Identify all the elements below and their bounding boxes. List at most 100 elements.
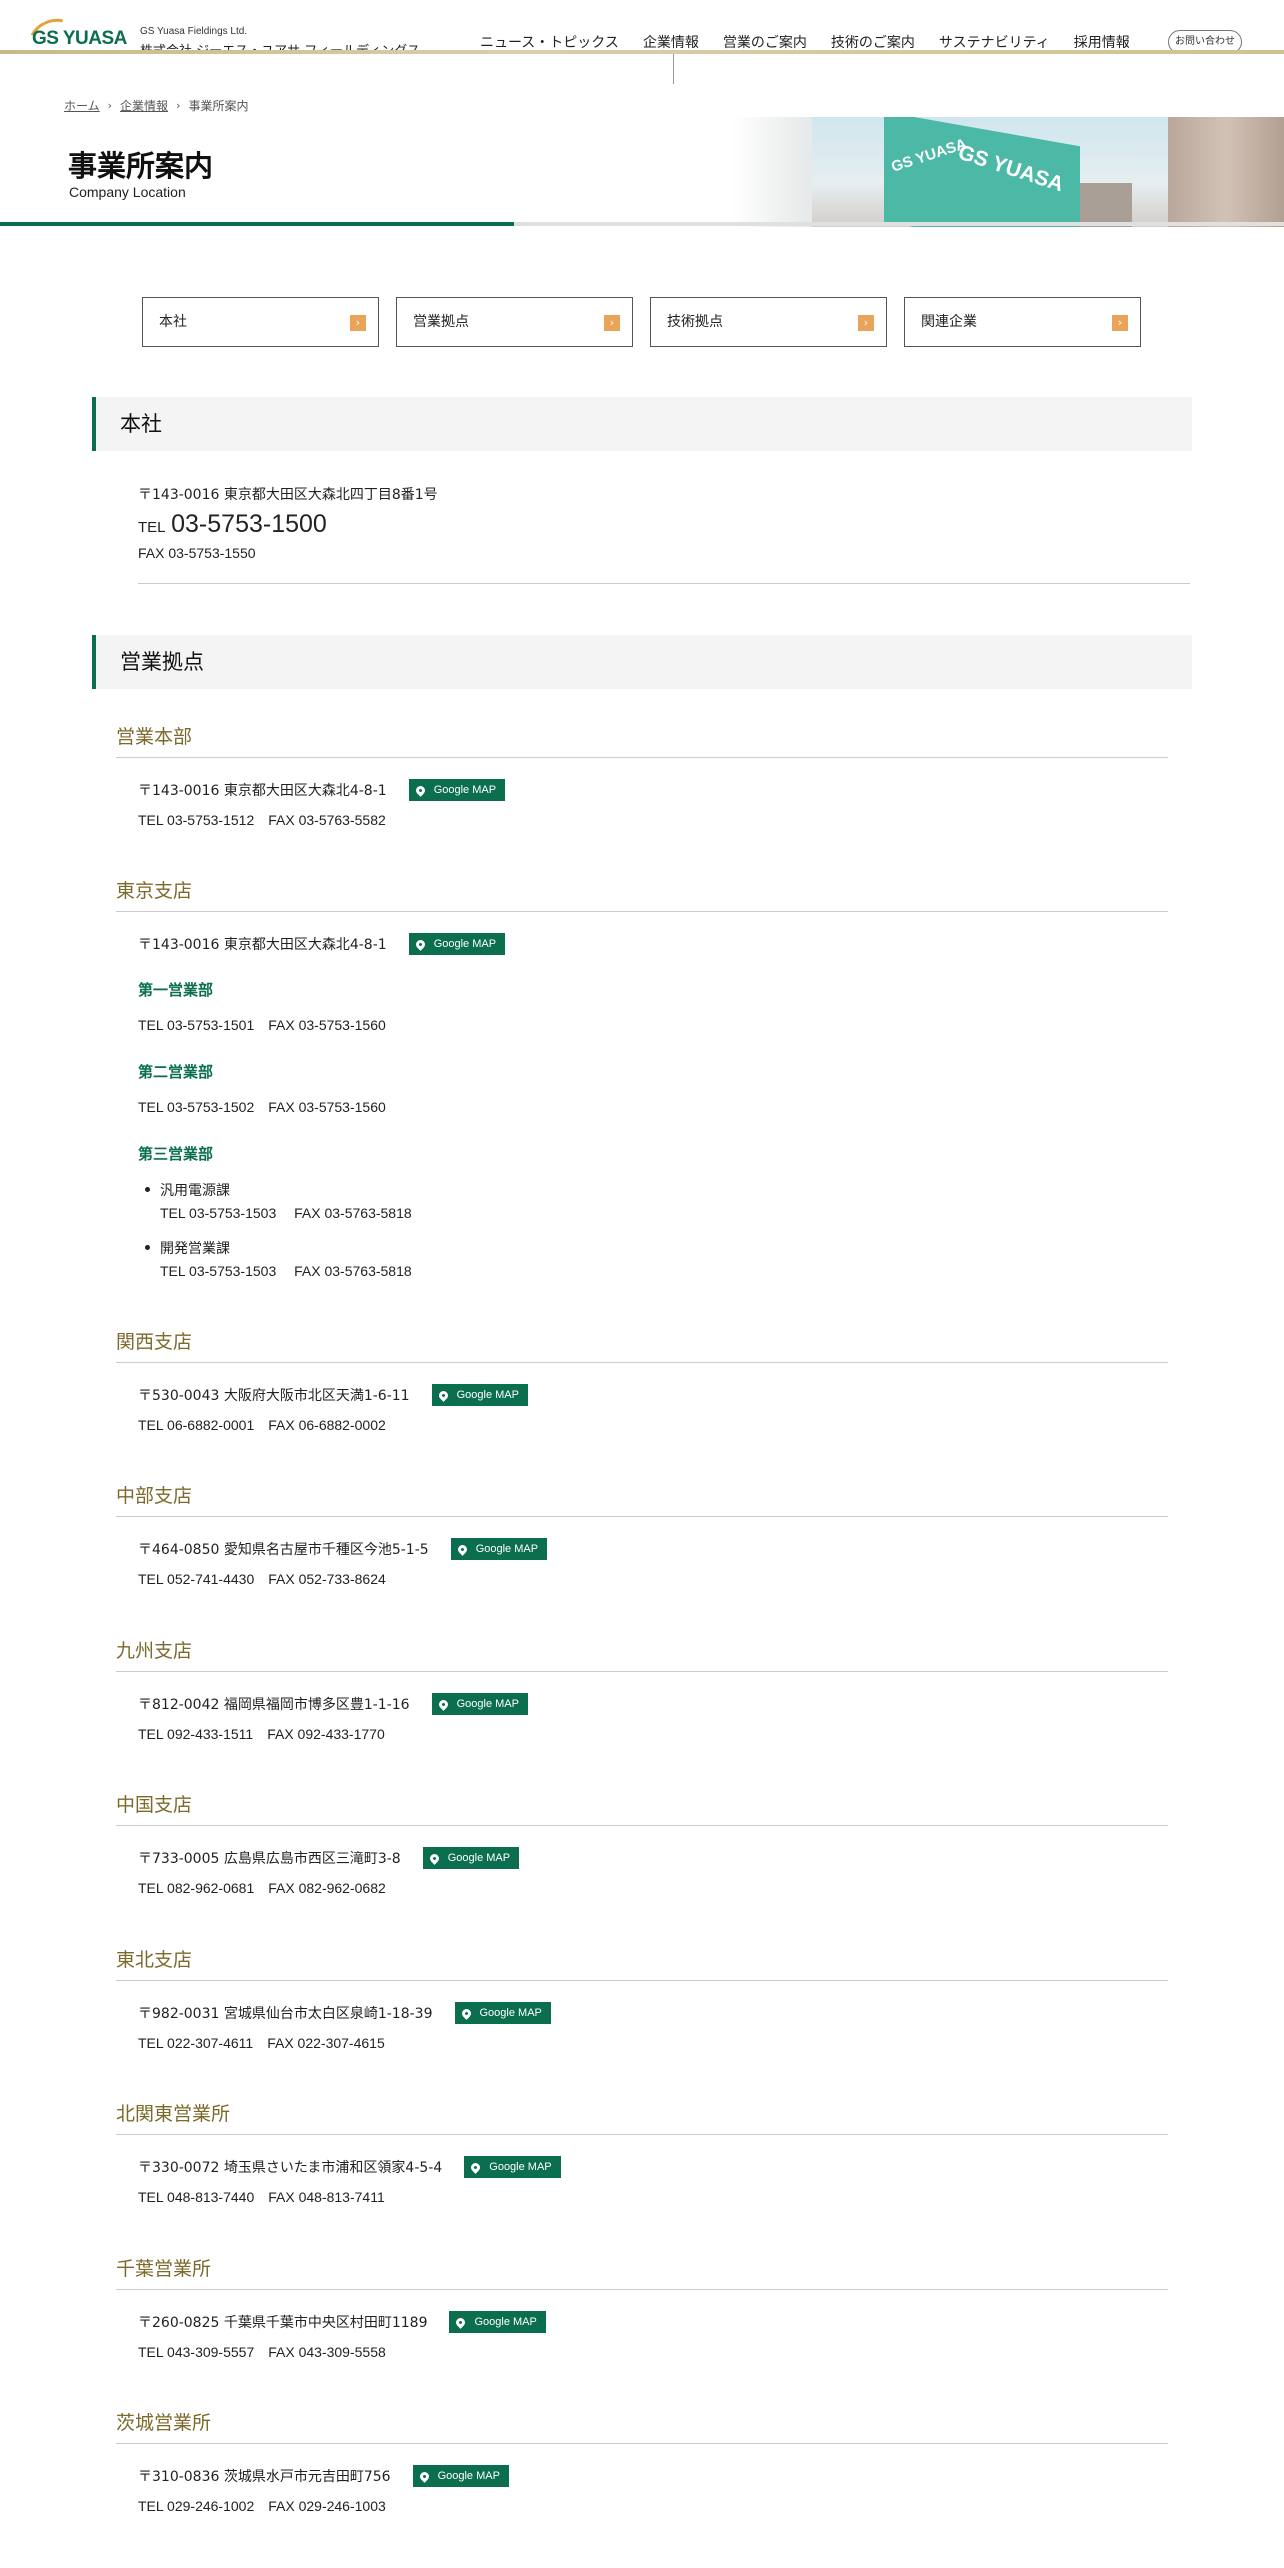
anchor-nav: 本社 › 営業拠点 › 技術拠点 › 関連企業 › [142, 297, 1141, 347]
divider [138, 583, 1190, 584]
department-tel[interactable]: TEL 03-5753-1501 [138, 1017, 254, 1033]
anchor-label: 関連企業 [921, 314, 977, 330]
map-pin-icon [413, 937, 427, 951]
google-map-button[interactable]: Google MAP [450, 1538, 548, 1560]
google-map-button[interactable]: Google MAP [412, 2465, 509, 2487]
branch-tel[interactable]: TEL 06-6882-0001 [138, 1417, 254, 1433]
branch-address: 〒310-0836 茨城県水戸市元吉田町756 [138, 2469, 391, 2485]
branch-fax: FAX 048-813-7411 [268, 2189, 385, 2205]
google-map-button[interactable]: Google MAP [454, 2002, 551, 2024]
breadcrumb: ホーム › 企業情報 › 事業所案内 [64, 97, 248, 114]
branch-tel[interactable]: TEL 03-5753-1512 [138, 812, 254, 828]
nav-dropdown-indicator [673, 54, 674, 84]
anchor-label: 営業拠点 [413, 314, 469, 330]
header-gold-line [0, 50, 1284, 54]
google-map-button[interactable]: Google MAP [408, 933, 506, 955]
nav-sales[interactable]: 営業のご案内 [723, 32, 807, 52]
google-map-button[interactable]: Google MAP [422, 1847, 520, 1869]
branch-contact-row: TEL 043-309-5557 FAX 043-309-5558 [138, 2344, 386, 2360]
breadcrumb-current: 事業所案内 [188, 99, 249, 113]
branch-fax: FAX 029-246-1003 [268, 2498, 386, 2514]
branch-address-row: 〒812-0042 福岡県福岡市博多区豊1-1-16 Google MAP [138, 1693, 528, 1715]
company-name-en: GS Yuasa Fieldings Ltd. [140, 26, 248, 37]
map-pin-icon [417, 2469, 431, 2483]
section-contact-row: TEL 03-5753-1503 FAX 03-5763-5818 [160, 1263, 412, 1279]
map-pin-icon [436, 1697, 450, 1711]
chevron-right-icon: › [1112, 315, 1128, 331]
section-heading-sales-bases: 営業拠点 [92, 635, 1192, 689]
hq-tel-number[interactable]: 03-5753-1500 [171, 510, 327, 538]
department-tel[interactable]: TEL 03-5753-1502 [138, 1099, 254, 1115]
branch-address-row: 〒982-0031 宮城県仙台市太白区泉崎1-18-39 Google MAP [138, 2002, 551, 2024]
breadcrumb-chevron-icon: › [107, 99, 113, 112]
title-underline-accent [0, 222, 514, 226]
branch-tel[interactable]: TEL 052-741-4430 [138, 1571, 254, 1587]
branch-fax: FAX 043-309-5558 [268, 2344, 386, 2360]
map-pin-icon [413, 783, 427, 797]
hq-tel: TEL 03-5753-1500 [138, 510, 1190, 539]
branch-tel[interactable]: TEL 092-433-1511 [138, 1726, 253, 1742]
branch-fax: FAX 092-433-1770 [267, 1726, 385, 1742]
page-title: 事業所案内 [68, 149, 214, 183]
branch-contact-row: TEL 029-246-1002 FAX 029-246-1003 [138, 2498, 386, 2514]
gs-yuasa-logo[interactable]: GS YUASA [32, 28, 127, 50]
google-map-button[interactable]: Google MAP [464, 2156, 561, 2178]
department-fax: FAX 03-5753-1560 [268, 1017, 386, 1033]
breadcrumb-company[interactable]: 企業情報 [120, 97, 168, 114]
branch-tel[interactable]: TEL 082-962-0681 [138, 1880, 254, 1896]
nav-technology[interactable]: 技術のご案内 [831, 32, 915, 52]
branch-title: 北関東営業所 [116, 2099, 1168, 2135]
branch-address: 〒733-0005 広島県広島市西区三滝町3-8 [138, 1851, 401, 1867]
google-map-button[interactable]: Google MAP [431, 1384, 528, 1406]
nav-company[interactable]: 企業情報 [643, 32, 699, 52]
google-map-button[interactable]: Google MAP [408, 779, 506, 801]
section-contact-row: TEL 03-5753-1503 FAX 03-5763-5818 [160, 1205, 412, 1221]
branch-contact-row: TEL 092-433-1511 FAX 092-433-1770 [138, 1726, 385, 1742]
anchor-sales-bases[interactable]: 営業拠点 › [396, 297, 633, 347]
branch-contact-row: TEL 022-307-4611 FAX 022-307-4615 [138, 2035, 385, 2051]
branch-title: 中国支店 [116, 1790, 1168, 1826]
section-list-item: 開発営業課 [145, 1238, 230, 1258]
branch-title: 関西支店 [116, 1327, 1168, 1363]
branch-contact-row: TEL 052-741-4430 FAX 052-733-8624 [138, 1571, 386, 1587]
branch-title: 九州支店 [116, 1636, 1168, 1672]
nav-recruit[interactable]: 採用情報 [1074, 32, 1130, 52]
branch-contact-row: TEL 048-813-7440 FAX 048-813-7411 [138, 2189, 385, 2205]
branch-tel[interactable]: TEL 048-813-7440 [138, 2189, 254, 2205]
section-tel[interactable]: TEL 03-5753-1503 [160, 1205, 276, 1221]
branch-tel[interactable]: TEL 029-246-1002 [138, 2498, 254, 2514]
department-title: 第一営業部 [138, 981, 214, 999]
branch-address: 〒812-0042 福岡県福岡市博多区豊1-1-16 [138, 1697, 410, 1713]
breadcrumb-chevron-icon: › [176, 99, 181, 112]
branch-fax: FAX 06-6882-0002 [268, 1417, 386, 1433]
chevron-right-icon: › [858, 315, 874, 331]
section-list-item: 汎用電源課 [145, 1180, 230, 1200]
branch-contact-row: TEL 082-962-0681 FAX 082-962-0682 [138, 1880, 386, 1896]
branch-address: 〒464-0850 愛知県名古屋市千種区今池5-1-5 [138, 1542, 429, 1558]
branch-tel[interactable]: TEL 043-309-5557 [138, 2344, 254, 2360]
google-map-button[interactable]: Google MAP [449, 2311, 546, 2333]
branch-contact-row: TEL 03-5753-1512 FAX 03-5763-5582 [138, 812, 386, 828]
nav-news[interactable]: ニュース・トピックス [480, 32, 619, 52]
section-tel[interactable]: TEL 03-5753-1503 [160, 1263, 276, 1279]
breadcrumb-home[interactable]: ホーム [64, 97, 100, 114]
anchor-tech-bases[interactable]: 技術拠点 › [650, 297, 887, 347]
nav-sustainability[interactable]: サステナビリティ [939, 32, 1050, 52]
map-pin-icon [427, 1851, 441, 1865]
page-subtitle: Company Location [69, 184, 186, 200]
hq-tel-label: TEL [138, 519, 165, 536]
hq-fax: FAX 03-5753-1550 [138, 545, 256, 561]
branch-title: 東京支店 [116, 876, 1168, 912]
branch-fax: FAX 082-962-0682 [268, 1880, 386, 1896]
anchor-related-companies[interactable]: 関連企業 › [904, 297, 1141, 347]
anchor-headquarters[interactable]: 本社 › [142, 297, 379, 347]
site-header: GS YUASA GS Yuasa Fieldings Ltd. 株式会社 ジー… [0, 0, 1284, 65]
branch-title: 千葉営業所 [116, 2254, 1168, 2290]
map-pin-icon [469, 2160, 483, 2174]
google-map-button[interactable]: Google MAP [431, 1693, 528, 1715]
branch-address-row: 〒530-0043 大阪府大阪市北区天満1-6-11 Google MAP [138, 1384, 528, 1406]
branch-tel[interactable]: TEL 022-307-4611 [138, 2035, 253, 2051]
branch-address: 〒143-0016 東京都大田区大森北4-8-1 [138, 937, 387, 953]
department-title: 第三営業部 [138, 1145, 214, 1163]
branch-address-row: 〒143-0016 東京都大田区大森北4-8-1 Google MAP [138, 933, 506, 955]
